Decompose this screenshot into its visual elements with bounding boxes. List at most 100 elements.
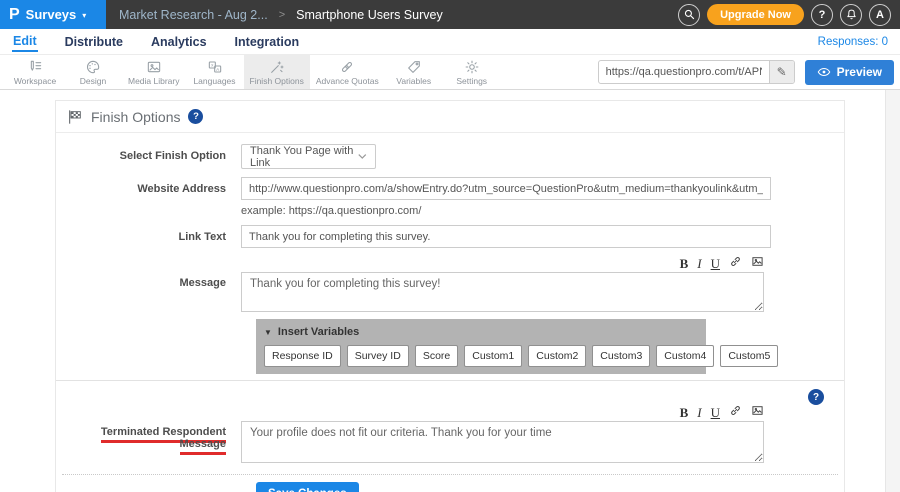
var-custom4-button[interactable]: Custom4 [656, 345, 714, 367]
var-score-button[interactable]: Score [415, 345, 458, 367]
breadcrumb-folder[interactable]: Market Research - Aug 2... [119, 8, 268, 22]
bold-button[interactable]: B [680, 406, 689, 419]
link-icon[interactable] [729, 404, 742, 421]
website-address-input[interactable] [241, 177, 771, 200]
palette-icon [85, 59, 101, 75]
italic-button[interactable]: I [697, 257, 701, 270]
link-icon[interactable] [729, 255, 742, 272]
toolbar-item-settings[interactable]: Settings [443, 55, 501, 89]
svg-text:A: A [216, 66, 220, 71]
insert-variables-panel: ▼ Insert Variables Response ID Survey ID… [256, 319, 706, 374]
translate-icon: xA [207, 59, 223, 75]
terminated-message-row: Terminated Respondent Message B I U Your… [56, 405, 844, 468]
finish-options-form: Select Finish Option Thank You Page with… [56, 133, 844, 492]
terminated-help-row: ? [56, 381, 844, 405]
breadcrumb-survey-name: Smartphone Users Survey [296, 8, 443, 22]
scrollbar[interactable] [885, 90, 900, 492]
terminated-help-icon[interactable]: ? [808, 389, 824, 405]
underline-button[interactable]: U [711, 257, 720, 270]
finish-options-help-icon[interactable]: ? [188, 109, 203, 124]
save-separator [62, 474, 838, 475]
italic-button[interactable]: I [697, 406, 701, 419]
survey-url-group: ✎ [598, 60, 795, 84]
pencil-lines-icon [27, 59, 43, 75]
message-label: Message [56, 256, 241, 289]
toolbar-item-finish-options[interactable]: Finish Options [244, 55, 310, 89]
message-textarea[interactable]: Thank you for completing this survey! [241, 272, 764, 312]
bold-button[interactable]: B [680, 257, 689, 270]
finish-options-card: Finish Options ? Select Finish Option Th… [55, 100, 845, 492]
terminated-message-label: Terminated Respondent Message [56, 405, 241, 450]
surveys-menu[interactable]: P Surveys ▾ [0, 0, 106, 29]
finish-option-row: Select Finish Option Thank You Page with… [56, 144, 844, 169]
toolbar-items: Workspace Design Media Library xA Langua… [6, 55, 501, 89]
tab-integration[interactable]: Integration [234, 33, 301, 51]
page-title: Finish Options [91, 109, 180, 125]
chevron-down-icon [358, 153, 367, 160]
chain-icon [339, 59, 355, 75]
tab-edit[interactable]: Edit [12, 32, 38, 52]
link-text-input[interactable] [241, 225, 771, 248]
survey-tabs: Edit Distribute Analytics Integration Re… [0, 29, 900, 55]
save-changes-button[interactable]: Save Changes [256, 482, 359, 492]
terminated-message-textarea[interactable]: Your profile does not fit our criteria. … [241, 421, 764, 463]
product-name: Surveys [26, 7, 77, 22]
survey-url-input[interactable] [599, 66, 769, 78]
insert-variables-buttons: Response ID Survey ID Score Custom1 Cust… [264, 345, 698, 367]
toolbar-item-variables[interactable]: Variables [385, 55, 443, 89]
eye-icon [817, 65, 831, 79]
image-library-icon [146, 59, 162, 75]
toolbar-item-workspace[interactable]: Workspace [6, 55, 64, 89]
pencil-icon: ✎ [777, 65, 787, 79]
caret-down-icon: ▼ [264, 328, 272, 337]
link-text-row: Link Text [56, 225, 844, 248]
var-custom2-button[interactable]: Custom2 [528, 345, 586, 367]
insert-image-icon[interactable] [751, 404, 764, 421]
help-button[interactable]: ? [811, 4, 833, 26]
main-content: Finish Options ? Select Finish Option Th… [0, 90, 900, 492]
topbar-actions: Upgrade Now ? A [678, 4, 900, 26]
bell-icon [845, 8, 858, 21]
breadcrumb-separator: > [279, 9, 285, 21]
var-survey-id-button[interactable]: Survey ID [347, 345, 409, 367]
responses-count[interactable]: Responses: 0 [818, 36, 888, 48]
website-address-row: Website Address example: https://qa.ques… [56, 177, 844, 217]
tag-icon [406, 59, 422, 75]
account-avatar[interactable]: A [869, 4, 891, 26]
message-editor-toolbar: B I U [241, 256, 764, 270]
insert-variables-toggle[interactable]: ▼ Insert Variables [264, 326, 698, 338]
finish-option-label: Select Finish Option [56, 144, 241, 162]
search-icon [683, 8, 696, 21]
underline-button[interactable]: U [711, 406, 720, 419]
website-example-text: example: https://qa.questionpro.com/ [241, 205, 771, 217]
tab-distribute[interactable]: Distribute [64, 33, 124, 51]
var-custom5-button[interactable]: Custom5 [720, 345, 778, 367]
app-window: P Surveys ▾ Market Research - Aug 2... >… [0, 0, 900, 492]
card-title-row: Finish Options ? [56, 101, 844, 133]
toolbar-item-advance-quotas[interactable]: Advance Quotas [310, 55, 385, 89]
gear-icon [464, 59, 480, 75]
finish-option-select[interactable]: Thank You Page with Link [241, 144, 376, 169]
toolbar-item-design[interactable]: Design [64, 55, 122, 89]
var-response-id-button[interactable]: Response ID [264, 345, 341, 367]
var-custom1-button[interactable]: Custom1 [464, 345, 522, 367]
toolbar-item-media-library[interactable]: Media Library [122, 55, 186, 89]
edit-toolbar: Workspace Design Media Library xA Langua… [0, 55, 900, 90]
upgrade-now-button[interactable]: Upgrade Now [707, 4, 804, 25]
tab-analytics[interactable]: Analytics [150, 33, 208, 51]
topbar: P Surveys ▾ Market Research - Aug 2... >… [0, 0, 900, 29]
preview-button[interactable]: Preview [805, 60, 894, 85]
svg-text:x: x [211, 62, 214, 67]
finish-flag-icon [67, 109, 83, 125]
insert-image-icon[interactable] [751, 255, 764, 272]
website-address-label: Website Address [56, 177, 241, 195]
notifications-button[interactable] [840, 4, 862, 26]
magic-wand-icon [269, 59, 285, 75]
message-row: Message B I U Thank you for completing t… [56, 256, 844, 317]
search-button[interactable] [678, 4, 700, 26]
var-custom3-button[interactable]: Custom3 [592, 345, 650, 367]
terminated-editor-toolbar: B I U [241, 405, 764, 419]
edit-url-button[interactable]: ✎ [769, 61, 794, 83]
toolbar-item-languages[interactable]: xA Languages [186, 55, 244, 89]
chevron-down-icon: ▾ [82, 11, 86, 20]
